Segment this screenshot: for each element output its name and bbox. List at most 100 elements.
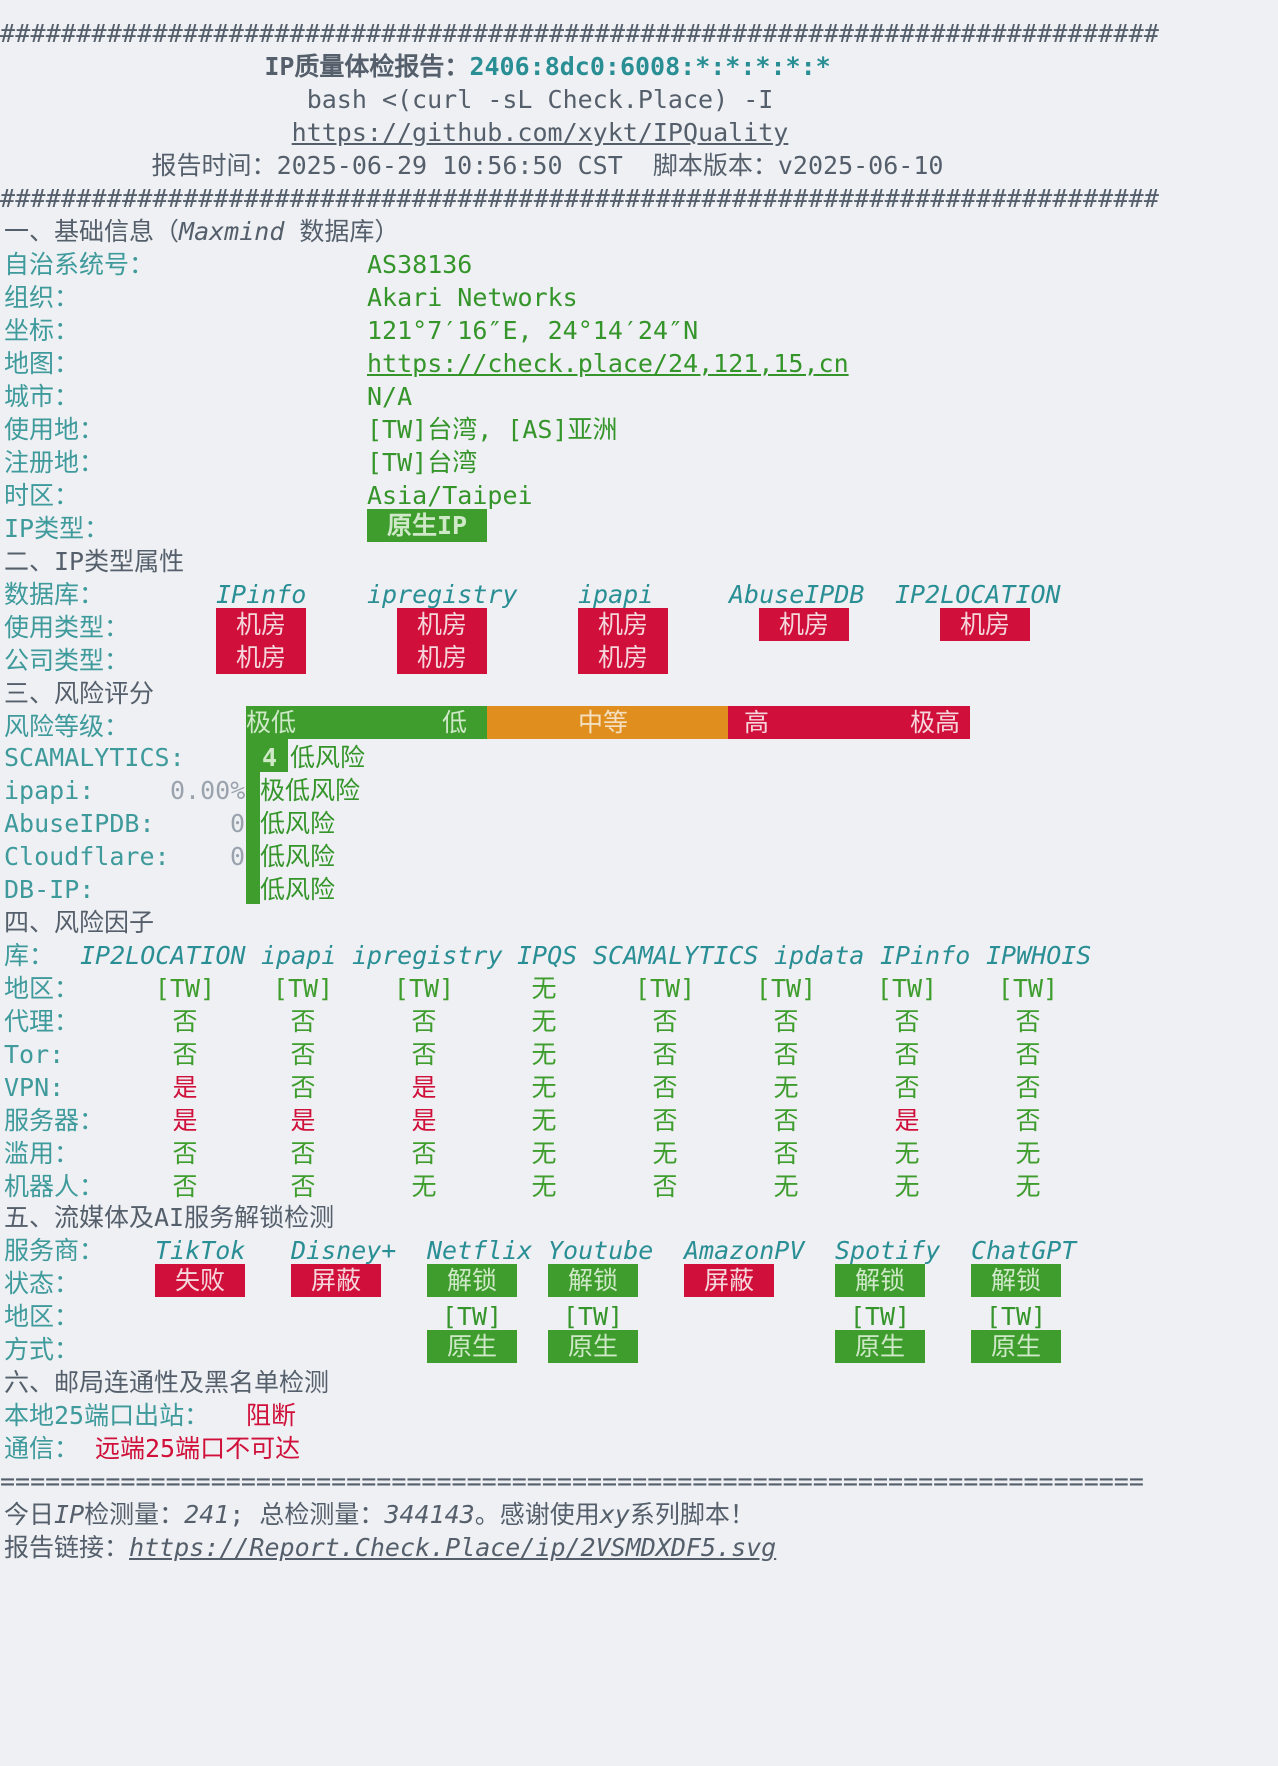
score-level: 极低风险 [260, 776, 361, 805]
s1-title-b: 数据库） [284, 217, 400, 246]
org-value: Akari Networks [367, 283, 578, 312]
score-level: 低风险 [260, 842, 336, 871]
factor-row-label: Tor: [4, 1040, 65, 1069]
factor-cell: 否 [773, 1139, 799, 1168]
factor-source: IPWHOIS [986, 941, 1092, 970]
service-region: [TW] [849, 1302, 911, 1331]
factor-cell: 是 [411, 1106, 437, 1135]
factor-cell: 无 [1015, 1139, 1041, 1168]
factor-cell: 否 [290, 1040, 316, 1069]
repo-link[interactable]: https://github.com/xykt/IPQuality [0, 116, 1080, 149]
factor-cell: 否 [172, 1040, 198, 1069]
factor-cell: 否 [172, 1139, 198, 1168]
service-status-badge: 解锁 [835, 1264, 925, 1297]
report-time-label: 报告时间： [151, 151, 277, 180]
map-label: 地图： [4, 349, 80, 378]
factor-cell: 否 [290, 1007, 316, 1036]
factor-cell: 否 [290, 1073, 316, 1102]
reg-label: 注册地： [4, 448, 105, 477]
service-name: Netflix [427, 1236, 533, 1265]
score-source: Cloudflare: [4, 842, 170, 871]
factor-source: IP2LOCATION [80, 941, 246, 970]
factor-cell: 无 [531, 1106, 557, 1135]
factor-cell: 否 [894, 1040, 920, 1069]
org-label: 组织： [4, 283, 80, 312]
service-region: [TW] [441, 1302, 503, 1331]
factor-source: IPinfo [880, 941, 971, 970]
factor-cell: 无 [531, 1139, 557, 1168]
use-type-badge: 机房 [216, 608, 306, 641]
coord-label: 坐标： [4, 316, 80, 345]
db-ipregistry: ipregistry [367, 580, 518, 609]
factor-cell: 否 [894, 1007, 920, 1036]
service-name: TikTok [155, 1236, 246, 1265]
stats-ip: IP [54, 1500, 85, 1529]
factor-cell: 否 [894, 1073, 920, 1102]
factor-cell: 无 [894, 1139, 920, 1168]
use-type-badge: 机房 [397, 608, 487, 641]
section4-title: 四、风险因子 [4, 908, 155, 937]
factor-cell: [TW] [272, 974, 334, 1003]
scale-medium: 中等 [578, 708, 629, 737]
stats-xy: xy [599, 1500, 630, 1529]
company-type-badge: 机房 [216, 641, 306, 674]
factor-cell: 否 [652, 1073, 678, 1102]
service-status-badge: 屏蔽 [291, 1264, 381, 1297]
type-label: IP类型： [4, 514, 110, 543]
factor-cell: 无 [894, 1172, 920, 1201]
service-method-badge: 原生 [835, 1330, 925, 1363]
factor-cell: 无 [773, 1073, 799, 1102]
status-label: 状态： [4, 1269, 80, 1298]
factor-cell: 否 [172, 1172, 198, 1201]
factor-cell: 无 [531, 1073, 557, 1102]
section3-title: 三、风险评分 [4, 679, 155, 708]
scale-very-low: 极低 [246, 708, 297, 737]
service-name: Spotify [835, 1236, 941, 1265]
tz-label: 时区： [4, 481, 80, 510]
factor-cell: 否 [411, 1139, 437, 1168]
service-method-badge: 原生 [427, 1330, 517, 1363]
factor-cell: 是 [894, 1106, 920, 1135]
usage-label: 使用地： [4, 415, 105, 444]
coord-value: 121°7′16″E, 24°14′24″N [367, 316, 699, 345]
usage-value: [TW]台湾, [AS]亚洲 [367, 415, 618, 444]
factor-cell: 是 [172, 1073, 198, 1102]
report-link[interactable]: https://Report.Check.Place/ip/2VSMDXDF5.… [129, 1533, 776, 1562]
company-type-badge: 机房 [578, 641, 668, 674]
asn-label: 自治系统号： [4, 250, 155, 279]
service-status-badge: 失败 [155, 1264, 245, 1297]
city-value: N/A [367, 382, 413, 411]
report-time: 2025-06-29 10:56:50 CST [276, 151, 623, 180]
map-link[interactable]: https://check.place/24,121,15,cn [367, 347, 849, 380]
asn-value: AS38136 [367, 250, 473, 279]
company-type-badge: 机房 [397, 641, 487, 674]
db-ip2location: IP2LOCATION [895, 580, 1061, 609]
stats-a: 今日 [4, 1500, 55, 1529]
stats-c: ; 总检测量： [229, 1500, 385, 1529]
report-link-label: 报告链接： [4, 1533, 130, 1562]
service-region: [TW] [562, 1302, 624, 1331]
factor-cell: 否 [1015, 1007, 1041, 1036]
factor-cell: 否 [773, 1007, 799, 1036]
service-name: Disney+ [291, 1236, 397, 1265]
stats-b: 检测量： [84, 1500, 185, 1529]
factor-row-label: 机器人： [4, 1172, 105, 1201]
factor-cell: 否 [1015, 1073, 1041, 1102]
db-ipinfo: IPinfo [216, 580, 307, 609]
factor-cell: 否 [290, 1172, 316, 1201]
service-status-badge: 解锁 [427, 1264, 517, 1297]
factor-cell: 否 [411, 1040, 437, 1069]
factor-row-label: VPN: [4, 1073, 65, 1102]
region-label: 地区： [4, 1302, 80, 1331]
service-name: AmazonPV [684, 1236, 805, 1265]
factor-cell: 否 [652, 1007, 678, 1036]
factor-cell: 否 [1015, 1106, 1041, 1135]
score-bar [246, 772, 260, 904]
comm-label: 通信： [4, 1434, 80, 1463]
section5-title: 五、流媒体及AI服务解锁检测 [4, 1203, 335, 1232]
tz-value: Asia/Taipei [367, 481, 533, 510]
service-name: Youtube [548, 1236, 654, 1265]
factor-row-label: 滥用： [4, 1139, 80, 1168]
factor-cell: 否 [652, 1040, 678, 1069]
version: v2025-06-10 [777, 151, 944, 180]
